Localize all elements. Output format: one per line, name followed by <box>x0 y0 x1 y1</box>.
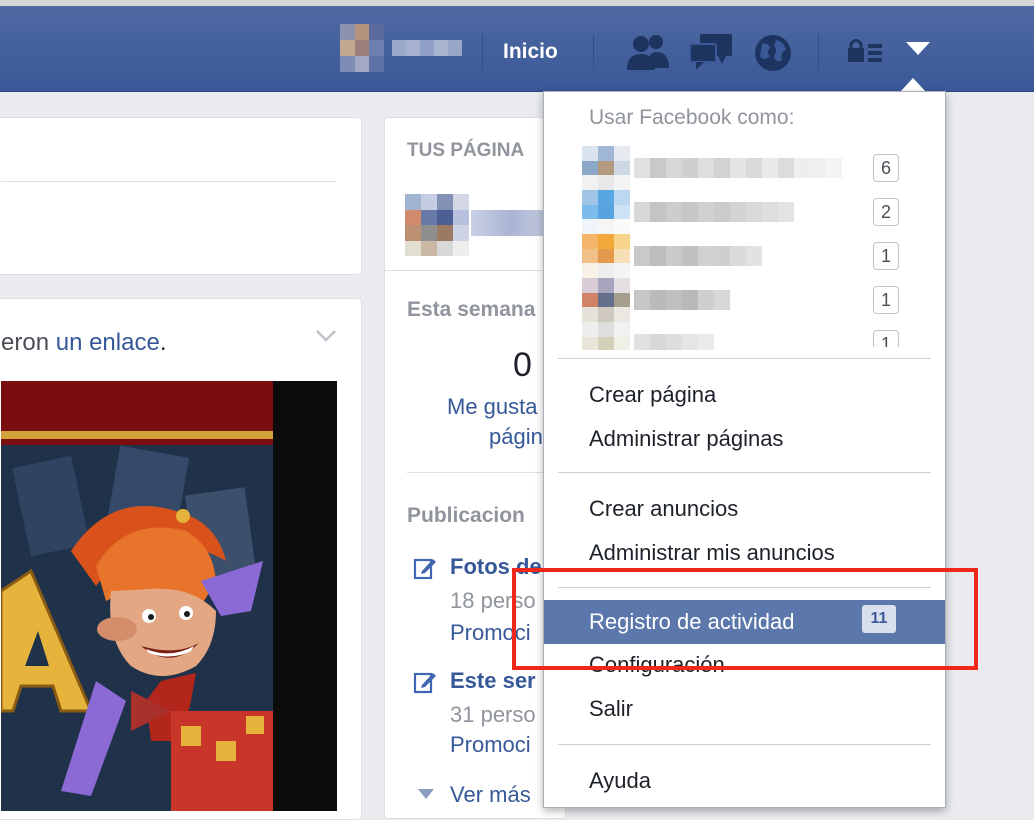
page-avatar <box>582 234 630 278</box>
help-item[interactable]: Ayuda <box>589 768 651 794</box>
promote-link-2[interactable]: Promoci <box>450 732 531 758</box>
likes-count: 0 <box>513 346 532 384</box>
profile-name-blurred <box>392 40 462 56</box>
messages-icon[interactable] <box>688 32 734 74</box>
page-avatar <box>582 278 630 322</box>
page-switch-item[interactable] <box>582 190 902 234</box>
page-avatar <box>582 322 630 350</box>
likes-label-line-2[interactable]: págin <box>489 424 543 450</box>
page-name-blurred <box>634 202 794 222</box>
post-reach-2: 31 perso <box>450 702 536 727</box>
section-divider <box>385 270 565 271</box>
profile-link[interactable] <box>340 24 462 72</box>
notifications-globe-icon[interactable] <box>752 32 794 74</box>
page-avatar <box>582 190 630 234</box>
page-name-blurred <box>634 334 714 350</box>
topbar-divider <box>482 34 483 70</box>
use-facebook-as-header: Usar Facebook como: <box>589 106 795 129</box>
post-link[interactable]: un enlace <box>56 329 160 356</box>
page-name-blurred <box>634 290 730 310</box>
page-notification-count: 6 <box>873 154 899 182</box>
see-more-link[interactable]: Ver más <box>450 782 531 808</box>
composer-card <box>0 117 362 275</box>
create-ads-item[interactable]: Crear anuncios <box>589 496 738 522</box>
page-name-blurred <box>634 158 842 178</box>
post-period: . <box>159 329 167 356</box>
topbar-divider <box>818 34 819 70</box>
top-navigation-bar: Inicio <box>0 6 1034 92</box>
post-image[interactable] <box>1 381 337 811</box>
page-notification-count: 1 <box>873 286 899 314</box>
profile-avatar <box>340 24 384 72</box>
topbar-divider <box>593 34 594 70</box>
menu-separator <box>558 358 931 359</box>
news-feed-post: eron un enlace. <box>0 298 362 820</box>
chevron-down-icon <box>418 789 434 799</box>
post-header: eron un enlace. <box>1 329 166 357</box>
edit-post-icon <box>413 558 436 580</box>
page-name-blurred <box>634 246 762 266</box>
page-name-blurred <box>471 210 551 236</box>
manage-pages-item[interactable]: Administrar páginas <box>589 426 783 452</box>
post-title-2[interactable]: Este ser <box>450 668 536 694</box>
page-thumbnail[interactable] <box>405 194 469 256</box>
page-notification-count: 1 <box>873 242 899 270</box>
page-avatar <box>582 146 630 190</box>
chevron-down-icon[interactable] <box>315 329 337 343</box>
friend-requests-icon[interactable] <box>624 32 672 72</box>
likes-label-line-1[interactable]: Me gusta <box>447 394 538 420</box>
page-switch-item[interactable] <box>582 234 902 278</box>
page-notification-count: 1 <box>873 330 899 347</box>
annotation-highlight-box <box>512 568 978 670</box>
pages-sidebar-card: TUS PÁGINA Esta semana 0 Me gusta págin … <box>384 117 566 819</box>
home-link[interactable]: Inicio <box>503 40 558 64</box>
privacy-shortcuts-icon[interactable] <box>846 36 884 68</box>
dropdown-notch <box>900 78 926 92</box>
page-switch-item[interactable] <box>582 146 902 190</box>
page-switch-item[interactable] <box>582 322 902 350</box>
composer-divider <box>1 181 336 182</box>
menu-separator <box>558 744 931 745</box>
post-text-fragment: eron <box>1 329 50 356</box>
create-page-item[interactable]: Crear página <box>589 382 716 408</box>
publications-title: Publicacion <box>407 504 525 527</box>
manage-ads-item[interactable]: Administrar mis anuncios <box>589 540 835 566</box>
your-pages-title: TUS PÁGINA <box>407 140 525 161</box>
logout-item[interactable]: Salir <box>589 696 633 722</box>
this-week-title: Esta semana <box>407 298 536 321</box>
menu-separator <box>558 472 931 473</box>
edit-post-icon <box>413 672 436 694</box>
section-divider <box>407 472 557 473</box>
account-dropdown-menu: Usar Facebook como: 6 2 1 1 1 Crear pági… <box>543 91 946 808</box>
account-menu-caret-icon[interactable] <box>906 42 930 55</box>
page-notification-count: 2 <box>873 198 899 226</box>
page-switch-item[interactable] <box>582 278 902 322</box>
